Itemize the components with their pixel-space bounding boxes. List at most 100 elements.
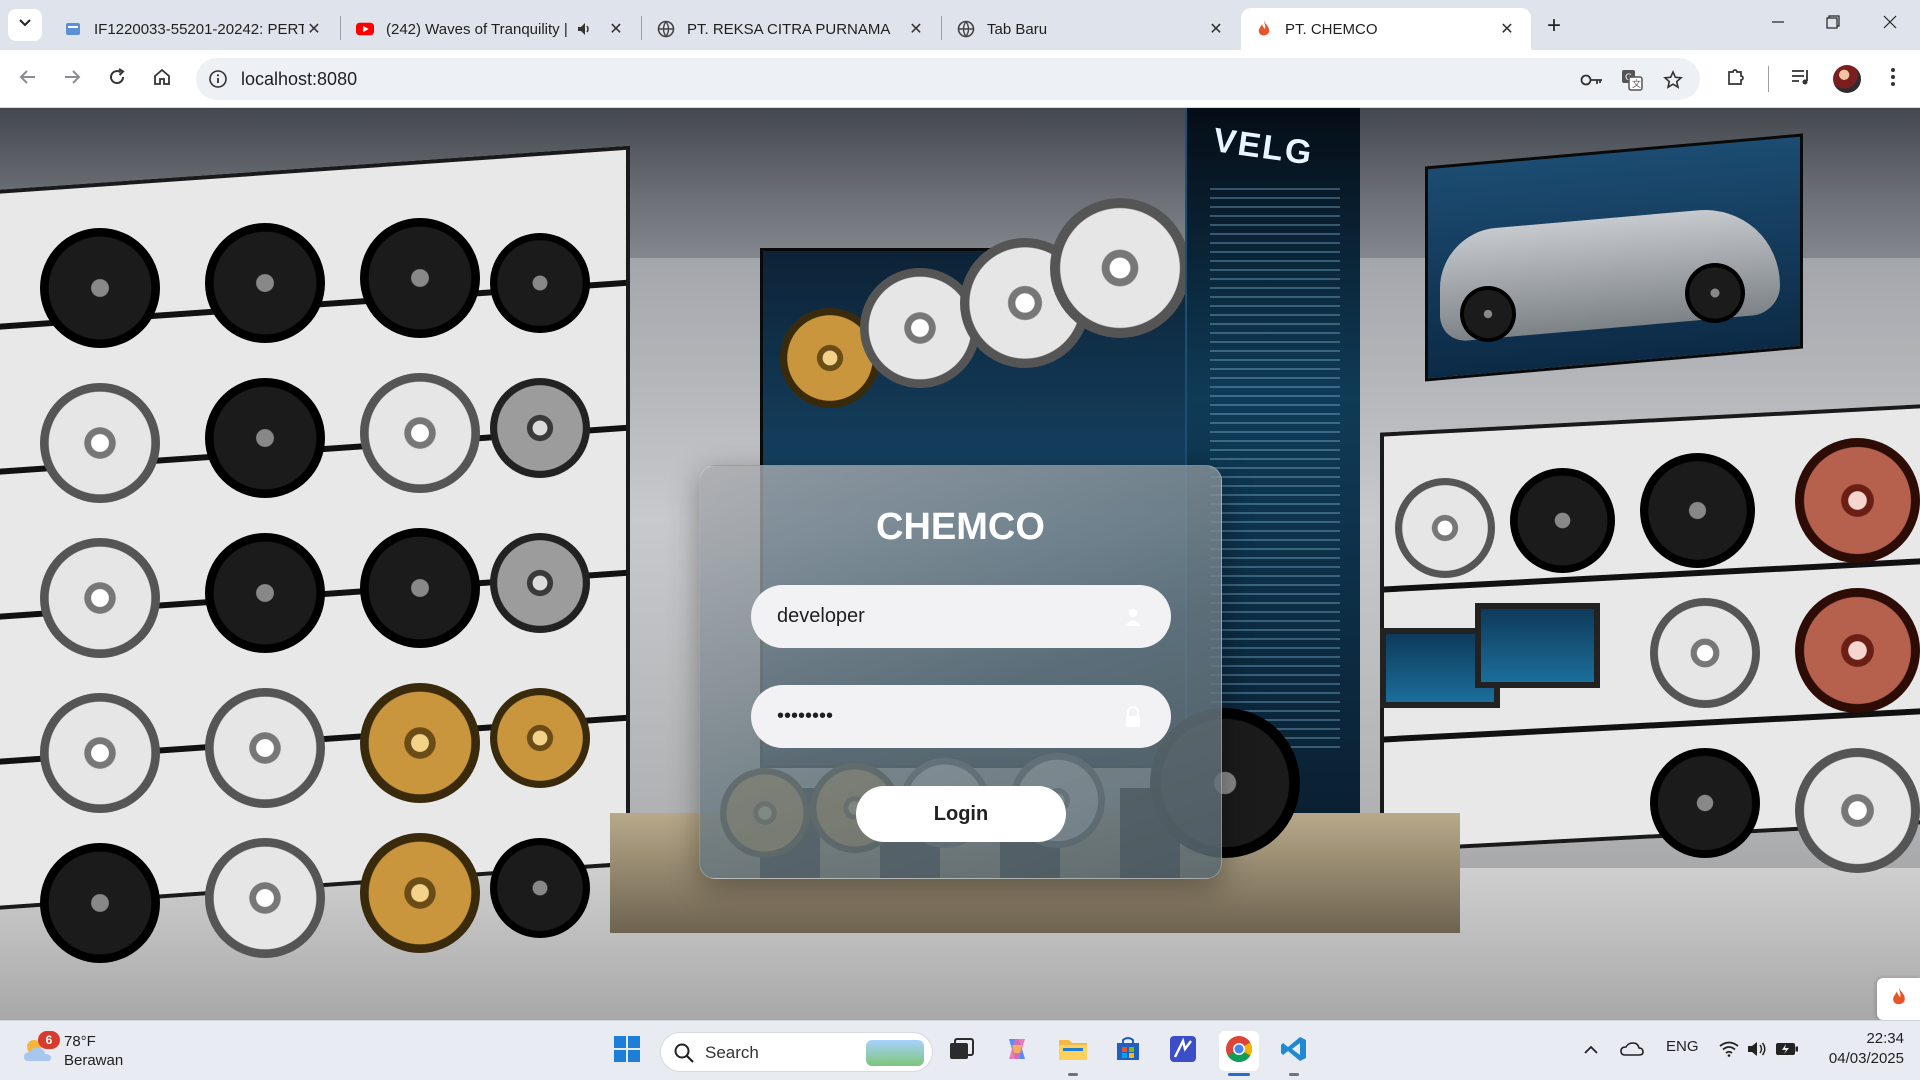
chrome-taskbar-button[interactable] bbox=[1219, 1031, 1259, 1071]
media-controls-button[interactable] bbox=[1785, 63, 1817, 95]
weather-condition: Berawan bbox=[64, 1052, 124, 1069]
wheel-image bbox=[205, 838, 325, 958]
svg-text:文: 文 bbox=[1632, 78, 1641, 90]
app-running-indicator bbox=[1289, 1073, 1299, 1076]
toolbar-separator bbox=[1768, 66, 1769, 92]
close-icon[interactable]: ✕ bbox=[1497, 19, 1517, 39]
battery-button[interactable] bbox=[1771, 1031, 1803, 1071]
translate-icon[interactable]: G文 bbox=[1619, 67, 1645, 93]
youtube-icon bbox=[356, 20, 374, 38]
taskbar-search[interactable]: Search bbox=[660, 1032, 933, 1072]
browser-tab-strip: IF1220033-55201-20242: PERTE ✕ (242) Wav… bbox=[0, 0, 1920, 50]
show-hidden-icons-button[interactable] bbox=[1573, 1031, 1609, 1071]
wheel-image bbox=[1685, 263, 1745, 323]
wheel-image bbox=[205, 223, 325, 343]
task-view-button[interactable] bbox=[942, 1031, 982, 1071]
side-flame-button[interactable] bbox=[1877, 978, 1920, 1020]
language-indicator[interactable]: ENG bbox=[1666, 1038, 1699, 1055]
tab-youtube[interactable]: (242) Waves of Tranquility | ✕ bbox=[342, 8, 640, 50]
tab-separator bbox=[941, 16, 942, 40]
wifi-icon bbox=[1719, 1041, 1739, 1062]
system-clock[interactable]: 22:34 04/03/2025 bbox=[1812, 1029, 1904, 1069]
user-icon bbox=[1121, 605, 1145, 629]
start-button[interactable] bbox=[607, 1031, 647, 1071]
tab-title: IF1220033-55201-20242: PERTE bbox=[94, 20, 304, 38]
vscode-button[interactable] bbox=[1274, 1031, 1314, 1071]
bookmark-star-icon[interactable] bbox=[1660, 67, 1686, 93]
extensions-button[interactable] bbox=[1720, 63, 1752, 95]
username-field[interactable] bbox=[751, 585, 1171, 648]
wheel-image bbox=[360, 373, 480, 493]
browser-toolbar: localhost:8080 G文 bbox=[0, 50, 1920, 108]
tab-new[interactable]: Tab Baru ✕ bbox=[943, 8, 1240, 50]
globe-icon bbox=[657, 20, 675, 38]
close-icon[interactable]: ✕ bbox=[304, 19, 324, 39]
restore-icon bbox=[1826, 14, 1840, 34]
menu-button[interactable] bbox=[1877, 63, 1909, 95]
volume-button[interactable] bbox=[1742, 1031, 1772, 1071]
wheel-image bbox=[205, 688, 325, 808]
tab-search-button[interactable] bbox=[8, 9, 42, 41]
home-icon bbox=[152, 67, 172, 92]
new-tab-button[interactable]: + bbox=[1540, 12, 1568, 40]
back-button[interactable] bbox=[12, 63, 44, 95]
close-icon[interactable]: ✕ bbox=[1206, 19, 1226, 39]
wifi-button[interactable] bbox=[1714, 1031, 1744, 1071]
password-field[interactable] bbox=[751, 685, 1171, 748]
flame-icon bbox=[1890, 986, 1908, 1013]
wheel-image bbox=[205, 533, 325, 653]
wheel-image bbox=[490, 378, 590, 478]
app-running-indicator bbox=[1068, 1073, 1078, 1076]
password-input[interactable] bbox=[777, 685, 1117, 748]
tab-course[interactable]: IF1220033-55201-20242: PERTE ✕ bbox=[50, 8, 338, 50]
close-window-button[interactable] bbox=[1862, 6, 1918, 42]
media-playlist-icon bbox=[1790, 67, 1812, 92]
search-highlight-image bbox=[866, 1040, 924, 1066]
windows-taskbar: 6 78°F Berawan Search ENG 22:34 04/03/20… bbox=[0, 1020, 1920, 1080]
home-button[interactable] bbox=[146, 63, 178, 95]
login-title: CHEMCO bbox=[876, 506, 1045, 548]
store-button[interactable] bbox=[1108, 1031, 1148, 1071]
copilot-button[interactable] bbox=[997, 1031, 1037, 1071]
profile-avatar[interactable] bbox=[1833, 65, 1861, 93]
wheel-image bbox=[490, 233, 590, 333]
chevron-down-icon bbox=[18, 16, 32, 35]
minimize-button[interactable] bbox=[1750, 6, 1806, 42]
wheel-image bbox=[490, 533, 590, 633]
lock-icon bbox=[1121, 705, 1145, 729]
arrow-right-icon bbox=[62, 67, 82, 92]
editor-app-button[interactable] bbox=[1163, 1031, 1203, 1071]
login-button[interactable]: Login bbox=[856, 786, 1066, 842]
tab-reksa[interactable]: PT. REKSA CITRA PURNAMA ✕ bbox=[643, 8, 940, 50]
wheel-image bbox=[1640, 453, 1755, 568]
forward-button[interactable] bbox=[56, 63, 88, 95]
reload-button[interactable] bbox=[101, 63, 133, 95]
store-icon bbox=[1114, 1035, 1142, 1068]
username-input[interactable] bbox=[777, 585, 1117, 648]
password-key-icon[interactable] bbox=[1579, 67, 1605, 93]
wheel-image bbox=[490, 838, 590, 938]
reload-icon bbox=[107, 67, 127, 92]
address-bar[interactable]: localhost:8080 G文 bbox=[196, 58, 1700, 100]
onedrive-button[interactable] bbox=[1614, 1031, 1650, 1071]
wheel-image bbox=[360, 683, 480, 803]
file-explorer-button[interactable] bbox=[1053, 1031, 1093, 1071]
generic-page-icon bbox=[64, 20, 82, 38]
wheel-image bbox=[40, 843, 160, 963]
tab-chemco-active[interactable]: PT. CHEMCO ✕ bbox=[1241, 8, 1531, 50]
site-info-icon[interactable] bbox=[206, 67, 230, 91]
speaker-icon[interactable] bbox=[574, 19, 594, 39]
wheel-image bbox=[360, 218, 480, 338]
close-icon[interactable]: ✕ bbox=[606, 19, 626, 39]
close-icon bbox=[1883, 15, 1897, 34]
weather-widget[interactable]: 6 78°F Berawan bbox=[20, 1031, 160, 1071]
wheel-image bbox=[205, 378, 325, 498]
restore-button[interactable] bbox=[1805, 6, 1861, 42]
kebab-menu-icon bbox=[1890, 67, 1896, 92]
wheel-image bbox=[1795, 748, 1920, 873]
tab-separator bbox=[641, 16, 642, 40]
close-icon[interactable]: ✕ bbox=[906, 19, 926, 39]
speaker-icon bbox=[1747, 1041, 1767, 1062]
cloud-icon bbox=[1620, 1041, 1644, 1062]
search-label: Search bbox=[705, 1043, 759, 1062]
